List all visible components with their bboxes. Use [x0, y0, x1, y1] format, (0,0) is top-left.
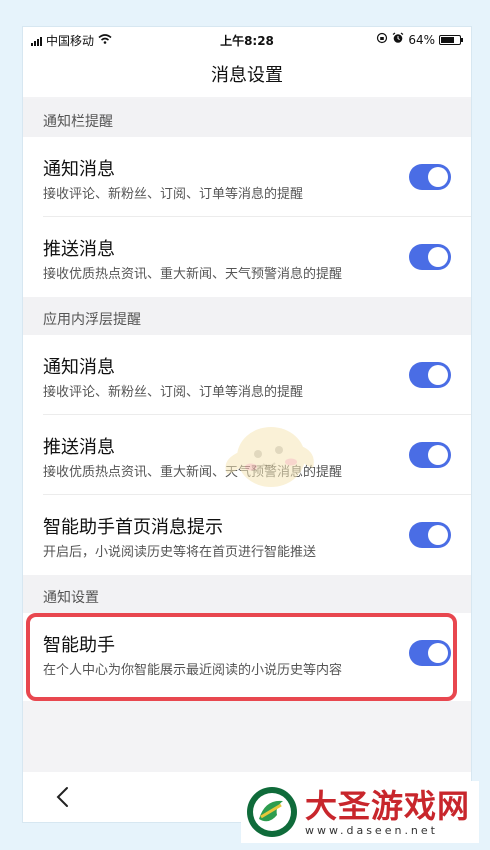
alarm-icon	[392, 32, 404, 47]
watermark-title: 大圣游戏网	[305, 786, 471, 825]
phone-screen: 中国移动 上午8:28 64% 消息设置 通知栏提醒 通知消息 接收评论、新粉丝…	[22, 26, 472, 823]
settings-row-notify-bar-notification: 通知消息 接收评论、新粉丝、订阅、订单等消息的提醒	[23, 137, 471, 217]
row-subtitle: 接收评论、新粉丝、订阅、订单等消息的提醒	[43, 385, 304, 400]
toggle-switch[interactable]	[409, 442, 451, 468]
toggle-switch[interactable]	[409, 362, 451, 388]
watermark-logo-icon	[245, 785, 299, 839]
toggle-switch[interactable]	[409, 164, 451, 190]
mascot-illustration	[213, 412, 323, 507]
watermark-url: www.daseen.net	[305, 823, 438, 837]
row-title: 通知消息	[43, 159, 115, 180]
battery-icon	[439, 34, 463, 45]
row-title: 推送消息	[43, 437, 115, 458]
row-title: 通知消息	[43, 357, 115, 378]
status-bar: 中国移动 上午8:28 64%	[23, 27, 471, 51]
settings-row-notify-bar-push: 推送消息 接收优质热点资讯、重大新闻、天气预警消息的提醒	[23, 217, 471, 297]
chevron-left-icon[interactable]	[51, 782, 75, 812]
highlight-box	[26, 613, 457, 701]
row-subtitle: 接收评论、新粉丝、订阅、订单等消息的提醒	[43, 187, 304, 202]
section-header: 通知栏提醒	[23, 99, 471, 137]
row-subtitle: 接收优质热点资讯、重大新闻、天气预警消息的提醒	[43, 267, 343, 282]
battery-percent: 64%	[408, 32, 435, 47]
row-subtitle: 开启后，小说阅读历史等将在首页进行智能推送	[43, 545, 317, 560]
section-header: 通知设置	[23, 575, 471, 613]
rotation-lock-icon	[376, 32, 388, 47]
page-title: 消息设置	[211, 65, 283, 86]
settings-row-inapp-notification: 通知消息 接收评论、新粉丝、订阅、订单等消息的提醒	[23, 335, 471, 415]
row-title: 智能助手首页消息提示	[43, 517, 223, 538]
site-watermark: 大圣游戏网 www.daseen.net	[241, 781, 479, 843]
nav-bar: 消息设置	[23, 51, 471, 97]
section-header: 应用内浮层提醒	[23, 297, 471, 335]
toggle-switch[interactable]	[409, 244, 451, 270]
row-title: 推送消息	[43, 239, 115, 260]
toggle-switch[interactable]	[409, 522, 451, 548]
